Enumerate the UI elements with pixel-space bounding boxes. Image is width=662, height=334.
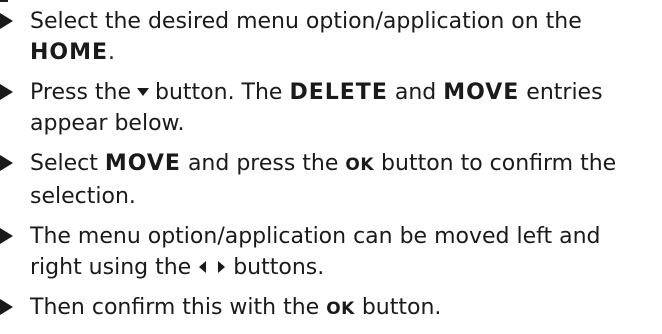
keyword-home: HOME — [30, 40, 109, 65]
step-text: Press the — [30, 80, 131, 105]
step-text: . — [108, 40, 116, 65]
step-text: selection. — [30, 184, 136, 209]
clipped-glyph — [0, 0, 8, 2]
down-arrow-icon — [137, 88, 149, 96]
bullet-triangle-icon — [0, 299, 13, 315]
step-text: The menu option/application can be moved… — [30, 224, 601, 249]
step-text: and — [394, 80, 437, 105]
list-item: Select the desired menu option/applicati… — [0, 6, 662, 68]
list-item: Select MOVE and press the OK button to c… — [0, 148, 662, 212]
bullet-triangle-icon — [0, 228, 13, 244]
bullet-triangle-icon — [0, 155, 13, 171]
step-text: button. — [361, 295, 442, 320]
list-item: The menu option/application can be moved… — [0, 221, 662, 283]
clipped-previous-line — [0, 0, 662, 4]
keyword-ok: OK — [326, 299, 355, 319]
bullet-triangle-icon — [0, 84, 13, 100]
list-item: Press the button. The DELETE and MOVE ent… — [0, 77, 662, 139]
step-text: button. The — [155, 80, 283, 105]
bullet-triangle-icon — [0, 13, 13, 29]
step-text: Select — [30, 151, 98, 176]
step-text: Select the desired menu option/applicati… — [30, 9, 582, 34]
keyword-move: MOVE — [443, 80, 520, 105]
step-text: button to confirm the — [381, 151, 617, 176]
step-text: right using the — [30, 255, 192, 280]
right-arrow-icon — [218, 261, 226, 273]
step-text: Then confirm this with the — [30, 295, 320, 320]
keyword-delete: DELETE — [289, 80, 388, 105]
list-item: Then confirm this with the OK button. — [0, 292, 662, 325]
step-text: buttons. — [233, 255, 325, 280]
left-arrow-icon — [199, 261, 207, 273]
step-text: and press the — [187, 151, 339, 176]
keyword-move: MOVE — [104, 151, 181, 176]
step-text: entries — [526, 80, 603, 105]
step-text: appear below. — [30, 111, 185, 136]
keyword-ok: OK — [345, 155, 375, 175]
instruction-list: Select the desired menu option/applicati… — [0, 6, 662, 334]
